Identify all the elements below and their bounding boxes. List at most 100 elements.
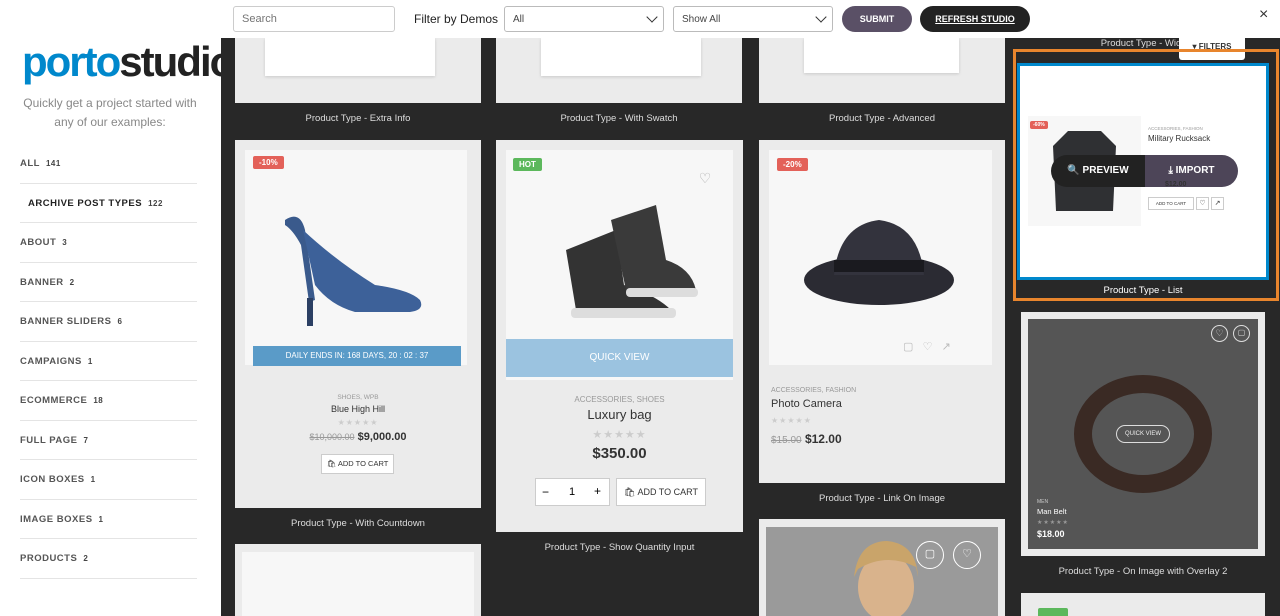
hover-actions: 🔍 PREVIEW ⤓ IMPORT [1051,155,1238,187]
rating-stars: ★★★★★ [1037,520,1069,526]
product-price: $12.00 [1165,181,1187,188]
product-name: Photo Camera [771,398,842,410]
cart-icon[interactable]: ▢ [1233,325,1250,342]
increase-button[interactable]: + [594,484,601,498]
show-select[interactable]: Show All [673,6,833,32]
product-image [242,552,474,616]
quick-view-button[interactable]: QUICK VIEW [1116,425,1170,443]
demo-select[interactable]: All [504,6,664,32]
cart-icon[interactable]: ▢ [916,541,944,569]
heart-icon[interactable]: ♡ [1196,197,1209,210]
category-campaigns[interactable]: CAMPAIGNS 1 [20,342,197,381]
category-products[interactable]: PRODUCTS 2 [20,539,197,579]
template-grid: Product Type - Extra Info Product Type -… [221,38,1280,616]
category-banner[interactable]: BANNER 2 [20,263,197,302]
category-image-boxes[interactable]: IMAGE BOXES 1 [20,500,197,539]
category-banner-sliders[interactable]: BANNER SLIDERS 6 [20,302,197,342]
heart-icon[interactable]: ♡ [923,341,933,353]
share-icon[interactable]: ↗ [1211,197,1224,210]
category-icon-boxes[interactable]: ICON BOXES 1 [20,460,197,500]
add-to-cart-button[interactable]: ADD TO CART [1148,197,1194,210]
product-category: ACCESSORIES, SHOES [574,395,665,404]
category-list: ALL 141 ARCHIVE POST TYPES 122 ABOUT 3 BANN… [20,144,197,579]
product-image [245,150,467,365]
decrease-button[interactable]: − [542,485,549,499]
template-card[interactable] [235,38,481,103]
template-caption: Product Type - Link On Image [818,493,946,504]
add-to-cart-button[interactable]: 🛍 ADD TO CART [616,478,706,506]
quick-view-button[interactable]: QUICK VIEW [506,339,733,377]
chevron-down-icon [815,11,827,23]
product-image [769,150,992,365]
template-caption: Product Type - Extra Info [305,113,411,124]
template-card-quantity[interactable]: HOT ♡ QUICK VIEW ACCESSORIES, SHOES Luxu… [496,140,743,532]
category-archive-post-types[interactable]: ARCHIVE POST TYPES 122 [20,184,197,223]
add-to-cart-button[interactable]: 🛍 ADD TO CART [321,454,394,474]
heart-icon[interactable]: ♡ [1211,325,1228,342]
product-action-icons: ▢ ♡ ↗ [903,340,951,353]
template-card[interactable] [235,544,481,616]
top-toolbar: Filter by Demos All Show All SUBMIT REFR… [0,0,1280,38]
template-card-link-on-image[interactable]: -20% ▢ ♡ ↗ ACCESSORIES, FASHION Photo Ca… [759,140,1005,483]
product-category: SHOES, WPB [337,394,379,401]
template-caption: Product Type - Show Quantity Input [544,542,695,553]
template-card[interactable] [759,38,1005,103]
template-caption: Product Type - With Swatch [560,113,678,124]
porto-studio-logo: portostudio [22,38,235,85]
cart-icon[interactable]: ▢ [903,341,913,353]
show-select-value: Show All [682,14,721,25]
discount-badge: -20% [777,158,808,171]
template-thumbnail [541,38,701,76]
submit-button[interactable]: SUBMIT [842,6,912,32]
tagline: Quickly get a project started with any o… [23,96,197,129]
refresh-studio-button[interactable]: REFRESH STUDIO [920,6,1030,32]
search-input[interactable] [233,6,395,32]
product-price: $18.00 [1037,529,1065,539]
quantity-stepper: − 1 + [535,478,610,506]
template-card-list[interactable]: -60% ACCESSORIES, FASHION Military Rucks… [1017,63,1269,280]
share-icon[interactable]: ↗ [942,341,951,353]
product-category: MEN [1037,499,1049,505]
heart-icon[interactable]: ♡ [953,541,981,569]
countdown-bar: DAILY ENDS IN: 168 DAYS, 20 : 02 : 37 [253,346,461,366]
import-button[interactable]: ⤓ IMPORT [1145,155,1238,187]
heart-icon[interactable]: ♡ [695,170,715,190]
product-price: $10,000.00 $9,000.00 [309,431,407,443]
chevron-down-icon [646,11,658,23]
product-name: Military Rucksack [1148,134,1211,143]
template-card[interactable] [1021,593,1265,616]
hat-image [804,220,954,305]
close-icon[interactable]: × [1259,6,1268,24]
quantity-value[interactable]: 1 [569,486,575,498]
product-name: Blue High Hill [330,404,386,414]
demo-select-value: All [513,14,525,25]
category-ecommerce[interactable]: ECOMMERCE 18 [20,381,197,421]
template-caption: Product Type - List [1103,285,1183,296]
filter-label: Filter by Demos [414,12,499,26]
template-caption: Product Type - Advanced [829,113,935,124]
sidebar: portostudio Quickly get a project starte… [0,38,235,616]
high-heel-shoe-image [285,216,422,326]
category-about[interactable]: ABOUT 3 [20,223,197,263]
template-caption: Product Type - On Image with Overlay 2 [1058,566,1228,577]
hot-badge: HOT [513,158,542,171]
product-category: ACCESSORIES, FASHION [1148,126,1203,131]
template-thumbnail [265,38,435,76]
rating-stars: ★★★★★ [337,418,379,427]
preview-button[interactable]: 🔍 PREVIEW [1051,155,1145,187]
template-thumbnail [804,38,959,73]
template-card-overlay[interactable]: ♡ ▢ QUICK VIEW MEN Man Belt ★★★★★ $18.00 [1021,312,1265,556]
template-card[interactable] [496,38,742,103]
category-full-page[interactable]: FULL PAGE 7 [20,421,197,460]
product-price: $350.00 [592,445,647,462]
product-category: ACCESSORIES, FASHION [771,387,857,394]
template-card-countdown[interactable]: -10% DAILY ENDS IN: 168 DAYS, 20 : 02 : … [235,140,481,508]
template-card[interactable]: ▢ ♡ [759,519,1005,616]
discount-badge: -10% [253,156,284,169]
product-name: Man Belt [1037,507,1067,516]
category-all[interactable]: ALL 141 [20,144,197,184]
product-name: Luxury bag [587,407,652,422]
rating-stars: ★★★★★ [771,416,812,425]
discount-badge: -60% [1030,121,1048,129]
rating-stars: ★★★★★ [592,429,647,441]
